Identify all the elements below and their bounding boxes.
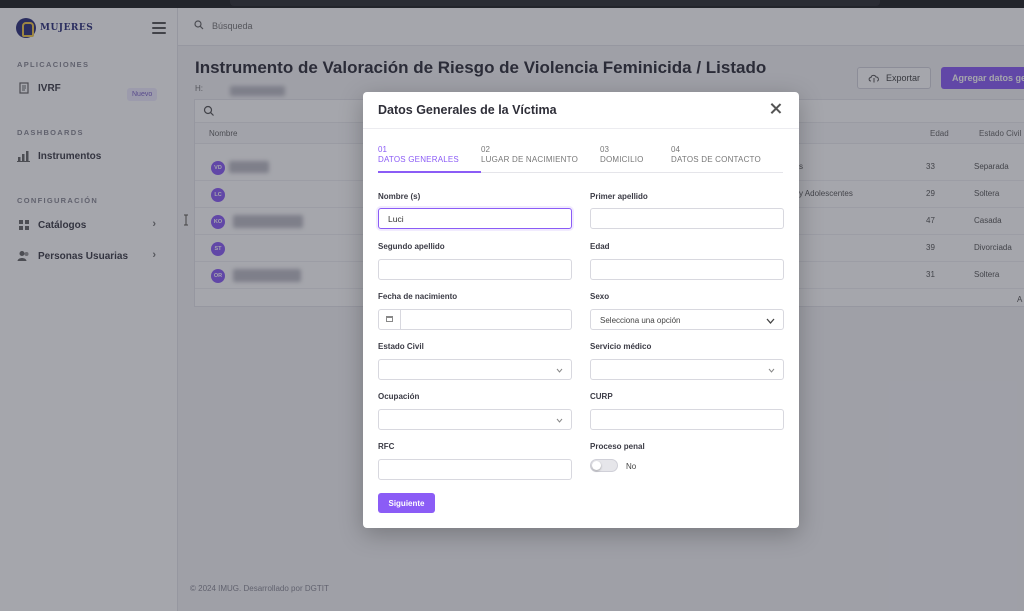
chevron-down-icon xyxy=(768,368,775,373)
criminal-process-label: Proceso penal xyxy=(590,442,645,451)
close-icon[interactable] xyxy=(768,101,784,117)
first-surname-input[interactable] xyxy=(590,208,784,229)
chevron-down-icon xyxy=(556,368,563,373)
sex-label: Sexo xyxy=(590,292,610,301)
step-label: LUGAR DE NACIMIENTO xyxy=(481,155,578,164)
civil-status-select[interactable] xyxy=(378,359,572,380)
criminal-process-toggle[interactable] xyxy=(590,459,618,472)
birth-date-label: Fecha de nacimiento xyxy=(378,292,458,301)
wizard-steps: 01 DATOS GENERALES 02 LUGAR DE NACIMIENT… xyxy=(378,145,783,173)
step-number: 04 xyxy=(671,145,680,154)
toggle-knob xyxy=(592,461,601,470)
medical-service-select[interactable] xyxy=(590,359,784,380)
birth-date-field[interactable] xyxy=(378,309,572,330)
age-input[interactable] xyxy=(590,259,784,280)
second-surname-input[interactable] xyxy=(378,259,572,280)
modal-header: Datos Generales de la Víctima xyxy=(363,92,799,129)
criminal-process-toggle-label: No xyxy=(626,462,637,471)
step-lugar-nacimiento[interactable]: 02 LUGAR DE NACIMIENTO xyxy=(481,145,599,173)
chevron-down-icon xyxy=(766,318,775,324)
step-number: 01 xyxy=(378,145,387,154)
sex-select[interactable]: Selecciona una opción xyxy=(590,309,784,330)
step-datos-contacto[interactable]: 04 DATOS DE CONTACTO xyxy=(671,145,781,173)
birth-date-input[interactable] xyxy=(402,310,570,329)
curp-input[interactable] xyxy=(590,409,784,430)
medical-service-label: Servicio médico xyxy=(590,342,652,351)
occupation-label: Ocupación xyxy=(378,392,420,401)
step-label: DATOS GENERALES xyxy=(378,155,459,164)
first-name-label: Nombre (s) xyxy=(378,192,421,201)
modal-title: Datos Generales de la Víctima xyxy=(378,103,557,117)
calendar-icon xyxy=(386,316,393,322)
occupation-select[interactable] xyxy=(378,409,572,430)
first-name-input[interactable] xyxy=(378,208,572,229)
calendar-button[interactable] xyxy=(379,310,401,329)
step-label: DOMICILIO xyxy=(600,155,644,164)
rfc-input[interactable] xyxy=(378,459,572,480)
step-label: DATOS DE CONTACTO xyxy=(671,155,761,164)
step-number: 03 xyxy=(600,145,609,154)
next-button[interactable]: Siguiente xyxy=(378,493,435,513)
curp-label: CURP xyxy=(590,392,613,401)
sex-select-value: Selecciona una opción xyxy=(600,316,681,325)
first-surname-label: Primer apellido xyxy=(590,192,648,201)
second-surname-label: Segundo apellido xyxy=(378,242,445,251)
step-datos-generales[interactable]: 01 DATOS GENERALES xyxy=(378,145,481,173)
civil-status-label: Estado Civil xyxy=(378,342,424,351)
age-label: Edad xyxy=(590,242,610,251)
chevron-down-icon xyxy=(556,418,563,423)
step-number: 02 xyxy=(481,145,490,154)
text-cursor-icon xyxy=(184,214,188,226)
rfc-label: RFC xyxy=(378,442,395,451)
step-domicilio[interactable]: 03 DOMICILIO xyxy=(600,145,670,173)
